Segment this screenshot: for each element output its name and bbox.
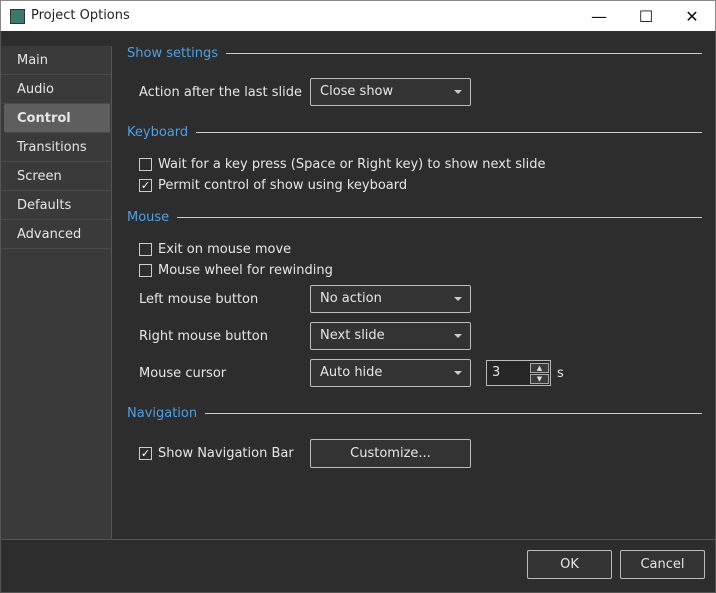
footer-divider: [1, 539, 715, 540]
sidebar-item-audio[interactable]: Audio: [1, 75, 111, 104]
stepper-value[interactable]: 3: [492, 365, 500, 380]
cancel-button[interactable]: Cancel: [620, 550, 705, 579]
sidebar-item-screen[interactable]: Screen: [1, 162, 111, 191]
section-title: Mouse: [127, 209, 170, 225]
checkbox-label: Permit control of show using keyboard: [158, 178, 408, 193]
sidebar-item-control[interactable]: Control: [4, 104, 110, 133]
action-after-last-slide-select[interactable]: Close show: [310, 78, 471, 106]
checkbox-label: Show Navigation Bar: [158, 446, 294, 461]
close-button[interactable]: ✕: [669, 1, 715, 32]
section-mouse: Mouse: [127, 209, 702, 225]
mouse-wheel-checkbox[interactable]: Mouse wheel for rewinding: [139, 263, 333, 278]
wait-key-checkbox[interactable]: Wait for a key press (Space or Right key…: [139, 157, 545, 172]
exit-mouse-move-checkbox[interactable]: Exit on mouse move: [139, 242, 291, 257]
section-navigation: Navigation: [127, 405, 702, 421]
ok-button[interactable]: OK: [527, 550, 612, 579]
checkbox-box[interactable]: [139, 243, 152, 256]
minimize-button[interactable]: —: [576, 1, 622, 32]
chevron-down-icon: [454, 297, 462, 301]
sidebar-item-advanced[interactable]: Advanced: [1, 220, 111, 249]
section-keyboard: Keyboard: [127, 124, 702, 140]
cursor-seconds-stepper[interactable]: 3 ▲ ▼: [486, 360, 551, 386]
stepper-up-icon[interactable]: ▲: [530, 363, 549, 373]
mouse-cursor-label: Mouse cursor: [139, 366, 227, 381]
window-title: Project Options: [31, 8, 130, 23]
right-mouse-label: Right mouse button: [139, 329, 269, 344]
show-navigation-bar-checkbox[interactable]: ✓ Show Navigation Bar: [139, 446, 294, 461]
checkbox-box[interactable]: [139, 158, 152, 171]
checkbox-label: Exit on mouse move: [158, 242, 292, 257]
section-title: Keyboard: [127, 124, 189, 140]
section-show-settings: Show settings: [127, 45, 702, 61]
select-value: No action: [320, 291, 382, 306]
action-after-last-slide-label: Action after the last slide: [139, 85, 303, 100]
chevron-down-icon: [454, 334, 462, 338]
app-icon: [10, 9, 25, 24]
customize-button[interactable]: Customize...: [310, 439, 471, 468]
seconds-unit: s: [557, 366, 564, 381]
section-title: Show settings: [127, 45, 219, 61]
checkbox-label: Mouse wheel for rewinding: [158, 263, 333, 278]
mouse-cursor-select[interactable]: Auto hide: [310, 359, 471, 387]
sidebar: Main Audio Control Transitions Screen De…: [1, 46, 112, 539]
stepper-down-icon[interactable]: ▼: [530, 374, 549, 384]
maximize-button[interactable]: ☐: [623, 1, 669, 32]
select-value: Close show: [320, 84, 394, 99]
chevron-down-icon: [454, 90, 462, 94]
permit-keyboard-checkbox[interactable]: ✓ Permit control of show using keyboard: [139, 178, 407, 193]
left-mouse-select[interactable]: No action: [310, 285, 471, 313]
checkmark-icon[interactable]: ✓: [139, 179, 152, 192]
chevron-down-icon: [454, 371, 462, 375]
title-bar: Project Options — ☐ ✕: [0, 0, 716, 31]
right-mouse-select[interactable]: Next slide: [310, 322, 471, 350]
checkbox-label: Wait for a key press (Space or Right key…: [158, 157, 546, 172]
sidebar-item-transitions[interactable]: Transitions: [1, 133, 111, 162]
checkmark-icon[interactable]: ✓: [139, 447, 152, 460]
section-title: Navigation: [127, 405, 198, 421]
select-value: Auto hide: [320, 365, 383, 380]
left-mouse-label: Left mouse button: [139, 292, 259, 307]
select-value: Next slide: [320, 328, 385, 343]
sidebar-item-defaults[interactable]: Defaults: [1, 191, 111, 220]
sidebar-item-main[interactable]: Main: [1, 46, 111, 75]
checkbox-box[interactable]: [139, 264, 152, 277]
